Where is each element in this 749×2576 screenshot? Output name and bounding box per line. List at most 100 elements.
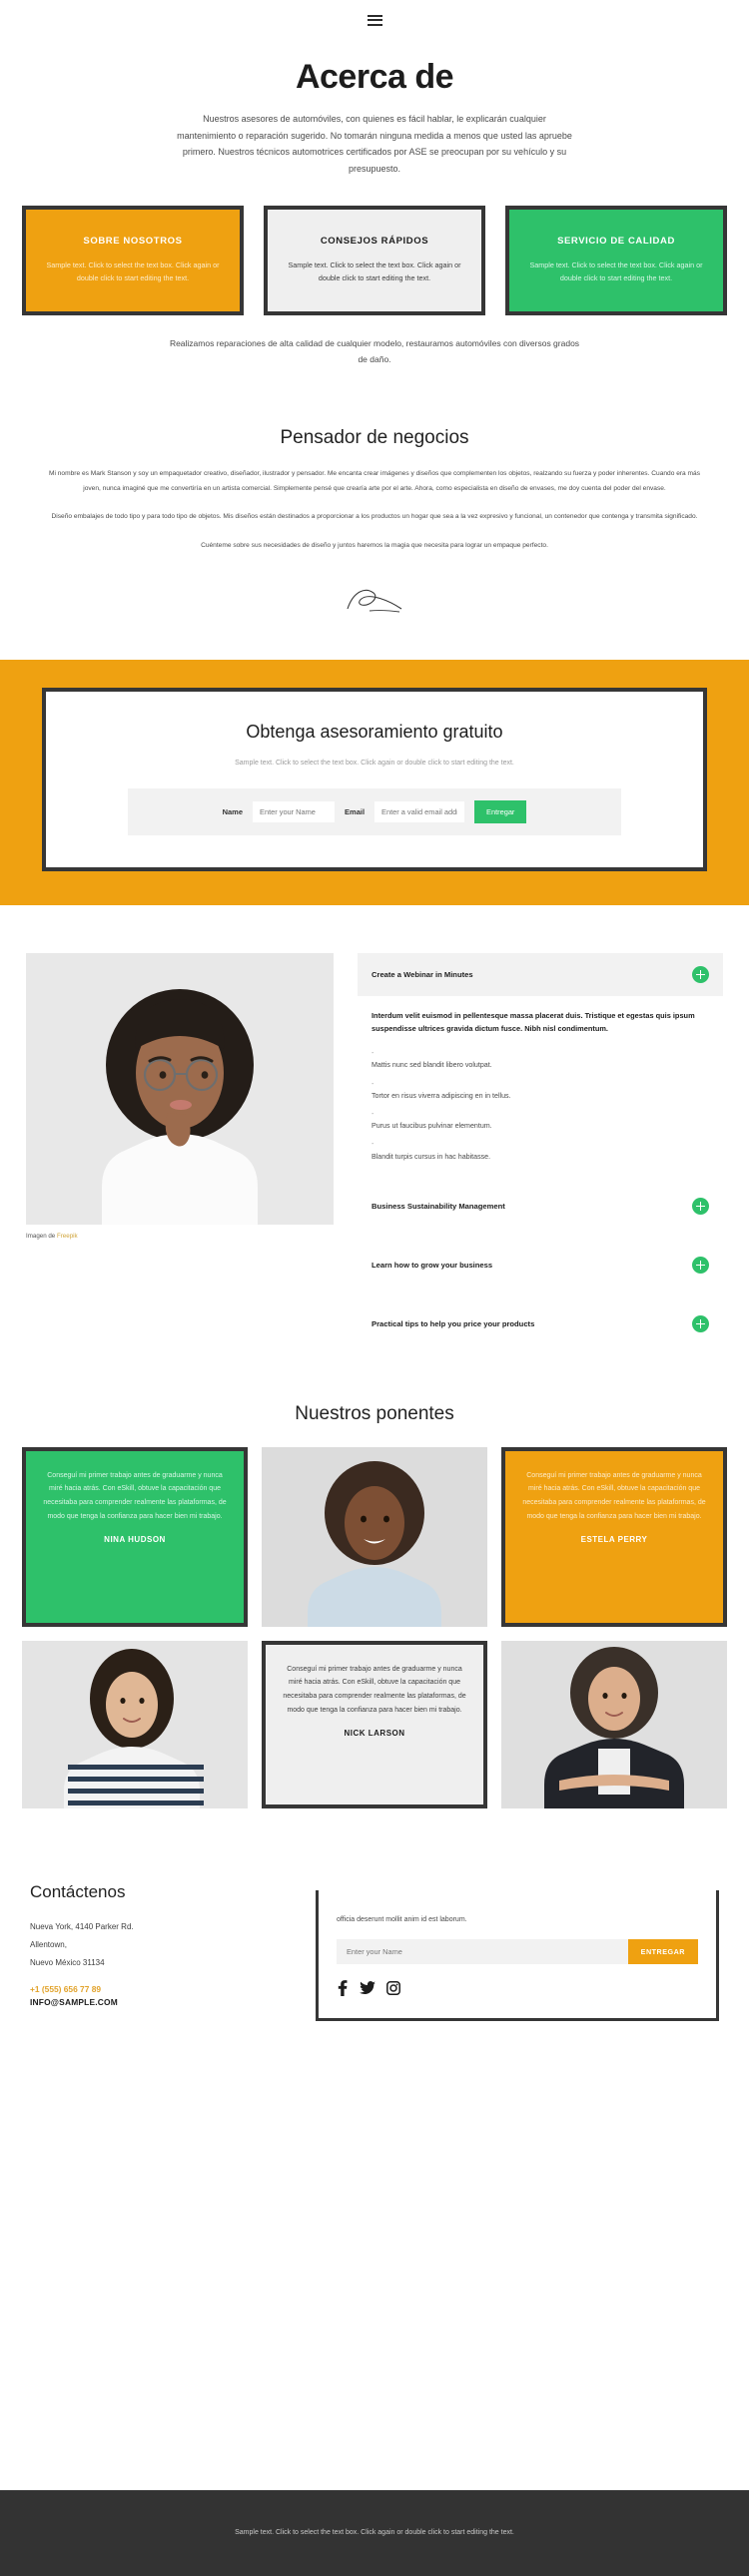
- speaker-quote-text: Conseguí mi primer trabajo antes de grad…: [522, 1471, 706, 1520]
- contact-address-line-2: Allentown,: [30, 1939, 67, 1949]
- feature-card-tips[interactable]: CONSEJOS RÁPIDOS Sample text. Click to s…: [264, 205, 485, 315]
- accordion-item-pricing[interactable]: Practical tips to help you price your pr…: [358, 1302, 723, 1345]
- feature-card-title: SOBRE NOSOTROS: [83, 235, 183, 247]
- feature-card-title: CONSEJOS RÁPIDOS: [320, 235, 429, 247]
- feature-card-quality[interactable]: SERVICIO DE CALIDAD Sample text. Click t…: [505, 205, 727, 315]
- thinker-paragraph-2: Diseño embalajes de todo tipo y para tod…: [51, 513, 698, 521]
- contact-name-input[interactable]: [337, 1938, 628, 1964]
- cta-email-input[interactable]: [374, 801, 465, 823]
- feature-card-body: Sample text. Click to select the text bo…: [529, 259, 703, 283]
- speaker-quote-nina: Conseguí mi primer trabajo antes de grad…: [22, 1446, 248, 1627]
- portrait-illustration: [26, 953, 334, 1226]
- list-item: - Blandit turpis cursus in hac habitasse.: [372, 1141, 709, 1162]
- speaker-photo-man: [262, 1446, 487, 1627]
- cta-box: Obtenga asesoramiento gratuito Sample te…: [42, 688, 707, 872]
- cta-section: Obtenga asesoramiento gratuito Sample te…: [0, 660, 749, 906]
- speaker-quote-estela: Conseguí mi primer trabajo antes de grad…: [501, 1446, 727, 1627]
- list-item: - Purus ut faucibus pulvinar elementum.: [372, 1109, 709, 1132]
- contact-details: Contáctenos Nueva York, 4140 Parker Rd. …: [30, 1882, 316, 2021]
- image-credit-text: Imagen de: [26, 1233, 57, 1241]
- thinker-section: Pensador de negocios Mi nombre es Mark S…: [0, 367, 749, 622]
- speaker-name: NINA HUDSON: [104, 1535, 166, 1545]
- speaker-photo-woman-striped: [22, 1640, 248, 1808]
- signature-icon: [347, 590, 402, 613]
- twitter-icon[interactable]: [360, 1980, 375, 1995]
- speakers-section: Nuestros ponentes Conseguí mi primer tra…: [0, 1345, 749, 1808]
- list-item: - Mattis nunc sed blandit libero volutpat…: [372, 1049, 709, 1071]
- contact-section: Contáctenos Nueva York, 4140 Parker Rd. …: [0, 1808, 749, 2021]
- plus-icon[interactable]: [692, 1197, 709, 1215]
- speakers-grid: Conseguí mi primer trabajo antes de grad…: [0, 1446, 749, 1808]
- feature-cards: SOBRE NOSOTROS Sample text. Click to sel…: [0, 178, 749, 315]
- contact-email[interactable]: INFO@SAMPLE.COM: [30, 1997, 316, 2007]
- list-item-text: Purus ut faucibus pulvinar elementum.: [372, 1122, 492, 1131]
- accordion-item-webinar[interactable]: Create a Webinar in Minutes: [358, 953, 723, 997]
- feature-card-body: Sample text. Click to select the text bo…: [288, 259, 461, 283]
- plus-icon[interactable]: [692, 1314, 709, 1332]
- page-title: Acerca de: [295, 58, 454, 96]
- contact-submit-button[interactable]: ENTREGAR: [627, 1938, 698, 1964]
- facebook-icon[interactable]: [337, 1979, 349, 1996]
- hero-section: Acerca de Nuestros asesores de automóvil…: [0, 40, 749, 178]
- accordion-lead-text: Interdum velit euismod in pellentesque m…: [372, 1011, 695, 1034]
- plus-icon[interactable]: [692, 1256, 709, 1274]
- accordion-item-grow[interactable]: Learn how to grow your business: [358, 1244, 723, 1287]
- woman-striped-portrait: [22, 1640, 248, 1808]
- contact-phone[interactable]: +1 (555) 656 77 89: [30, 1984, 316, 1994]
- contact-title: Contáctenos: [30, 1881, 126, 1901]
- instagram-icon[interactable]: [386, 1980, 400, 1995]
- image-credit-link[interactable]: Freepik: [57, 1233, 78, 1240]
- thinker-paragraph-1: Mi nombre es Mark Stanson y soy un empaq…: [48, 470, 701, 492]
- contact-lorem-text: officia deserunt mollit anim id est labo…: [337, 1915, 467, 1923]
- speaker-name: ESTELA PERRY: [580, 1535, 648, 1545]
- hamburger-menu-icon[interactable]: [365, 12, 385, 29]
- top-bar: [0, 0, 749, 40]
- speakers-title: Nuestros ponentes: [295, 1402, 454, 1424]
- list-item-text: Blandit turpis cursus in hac habitasse.: [372, 1152, 491, 1161]
- accordion-column: Create a Webinar in Minutes Interdum vel…: [358, 953, 723, 1345]
- dash-icon: -: [372, 1079, 374, 1088]
- hero-paragraph: Nuestros asesores de automóviles, con qu…: [177, 114, 572, 174]
- speaker-name: NICK LARSON: [344, 1729, 405, 1739]
- footer-text: Sample text. Click to select the text bo…: [235, 2529, 514, 2536]
- contact-address-line-1: Nueva York, 4140 Parker Rd.: [30, 1921, 134, 1931]
- cta-form: Name Email Entregar: [128, 788, 621, 836]
- contact-form-panel: officia deserunt mollit anim id est labo…: [316, 1889, 719, 2021]
- thinker-paragraph-3: Cuénteme sobre sus necesidades de diseño…: [201, 541, 548, 549]
- man-portrait: [262, 1446, 487, 1627]
- accordion-title: Business Sustainability Management: [372, 1201, 505, 1211]
- image-credit: Imagen de Freepik: [26, 1233, 334, 1240]
- photo-column: Imagen de Freepik: [26, 953, 334, 1345]
- list-item-text: Mattis nunc sed blandit libero volutpat.: [372, 1061, 492, 1070]
- hamburger-line: [367, 19, 382, 21]
- cta-email-label: Email: [345, 807, 366, 817]
- accordion-title: Practical tips to help you price your pr…: [372, 1318, 535, 1328]
- cta-submit-button[interactable]: Entregar: [474, 800, 527, 824]
- cta-name-label: Name: [222, 807, 244, 817]
- accordion-title: Create a Webinar in Minutes: [372, 970, 473, 980]
- footer: Sample text. Click to select the text bo…: [0, 2490, 749, 2576]
- accordion-body: Interdum velit euismod in pellentesque m…: [358, 996, 723, 1163]
- feature-card-body: Sample text. Click to select the text bo…: [46, 259, 220, 283]
- accordion-title: Learn how to grow your business: [372, 1260, 493, 1270]
- hamburger-line: [367, 14, 382, 17]
- contact-form: ENTREGAR: [337, 1938, 698, 1964]
- woman-thinking-photo: [26, 953, 334, 1226]
- feature-card-about[interactable]: SOBRE NOSOTROS Sample text. Click to sel…: [22, 205, 244, 315]
- plus-icon[interactable]: [692, 966, 709, 984]
- dash-icon: -: [372, 1109, 374, 1118]
- speaker-quote-nick: Conseguí mi primer trabajo antes de grad…: [262, 1640, 487, 1808]
- hamburger-line: [367, 23, 382, 26]
- accordion-section: Imagen de Freepik Create a Webinar in Mi…: [0, 905, 749, 1345]
- cta-subtitle: Sample text. Click to select the text bo…: [235, 760, 514, 768]
- list-item: - Tortor en risus viverra adipiscing en i…: [372, 1079, 709, 1102]
- contact-address-line-3: Nuevo México 31134: [30, 1957, 105, 1967]
- cta-title: Obtenga asesoramiento gratuito: [246, 722, 503, 743]
- features-caption: Realizamos reparaciones de alta calidad …: [169, 337, 580, 365]
- speaker-quote-text: Conseguí mi primer trabajo antes de grad…: [283, 1665, 466, 1714]
- feature-card-title: SERVICIO DE CALIDAD: [557, 235, 675, 247]
- speaker-photo-woman-dark: [501, 1640, 727, 1808]
- accordion-item-sustainability[interactable]: Business Sustainability Management: [358, 1185, 723, 1228]
- cta-name-input[interactable]: [253, 801, 336, 823]
- social-links: [337, 1979, 698, 1996]
